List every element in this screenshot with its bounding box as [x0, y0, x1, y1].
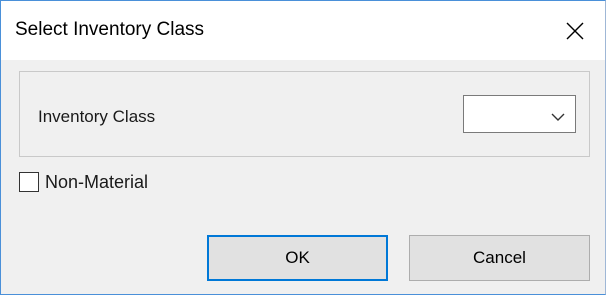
non-material-checkbox[interactable] — [19, 172, 39, 192]
inventory-class-group: Inventory Class — [19, 71, 590, 157]
dialog-title: Select Inventory Class — [15, 19, 205, 40]
ok-button[interactable]: OK — [207, 235, 388, 281]
title-bar: Select Inventory Class — [1, 1, 605, 60]
inventory-class-select[interactable] — [463, 95, 576, 133]
non-material-row: Non-Material — [19, 169, 148, 195]
cancel-button[interactable]: Cancel — [409, 235, 590, 281]
close-button[interactable] — [545, 1, 605, 60]
chevron-down-icon — [551, 109, 565, 127]
non-material-label[interactable]: Non-Material — [45, 172, 148, 193]
close-icon — [566, 22, 584, 39]
dialog-window: Select Inventory Class Inventory Class N… — [0, 0, 606, 295]
inventory-class-label: Inventory Class — [38, 107, 156, 126]
